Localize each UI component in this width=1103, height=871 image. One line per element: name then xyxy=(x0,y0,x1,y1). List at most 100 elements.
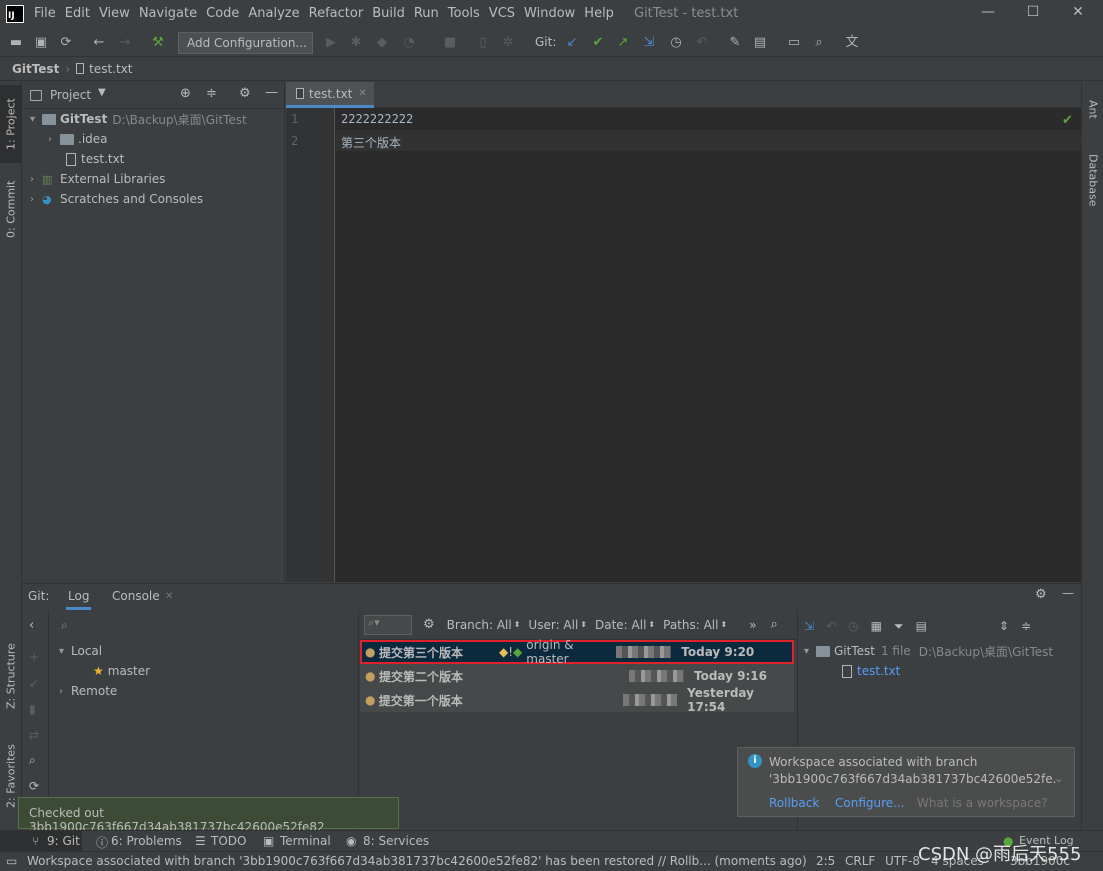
tree-item-idea[interactable]: › .idea xyxy=(48,129,108,149)
tree-item-scratches[interactable]: › ◕ Scratches and Consoles xyxy=(30,189,203,209)
coverage-icon[interactable]: ◆ xyxy=(374,35,390,51)
collapse-arrow-icon[interactable]: › xyxy=(30,174,42,185)
save-icon[interactable]: ▣ xyxy=(33,35,49,51)
menu-view[interactable]: View xyxy=(99,6,136,21)
tree-item-test-txt[interactable]: test.txt xyxy=(66,149,124,169)
update-icon[interactable]: ↙ xyxy=(29,676,39,690)
branch-group-local[interactable]: ▾ Local xyxy=(59,641,102,661)
debug-icon[interactable]: ✱ xyxy=(348,35,364,51)
menu-edit[interactable]: Edit xyxy=(65,6,96,21)
tool-tab-services[interactable]: 8: Services xyxy=(363,834,429,848)
collapse-arrow-icon[interactable]: › xyxy=(59,686,71,697)
tool-tab-problems[interactable]: 6: Problems xyxy=(111,834,182,848)
menu-build[interactable]: Build xyxy=(372,6,411,21)
search-icon[interactable]: ⌕ xyxy=(29,753,36,768)
close-window-button[interactable]: ✕ xyxy=(1063,4,1093,24)
breadcrumb-file[interactable]: test.txt xyxy=(89,62,132,76)
hide-panel-icon[interactable]: — xyxy=(1062,586,1074,600)
git-fetch-icon[interactable]: ⇲ xyxy=(641,35,657,51)
attach-icon[interactable]: ▯ xyxy=(475,35,491,51)
ant-tool-tab[interactable]: Ant xyxy=(1082,89,1103,129)
back-icon[interactable]: ‹ xyxy=(29,618,34,633)
gear-run-icon[interactable]: ✲ xyxy=(500,35,516,51)
git-update-icon[interactable]: ↙ xyxy=(564,35,580,51)
run-icon[interactable]: ▶ xyxy=(323,35,339,51)
locate-icon[interactable]: ⊕ xyxy=(180,86,191,101)
tab-console[interactable]: Console xyxy=(112,589,160,603)
search-everywhere-icon[interactable]: ⌕ xyxy=(811,35,827,51)
more-icon[interactable]: » xyxy=(749,618,756,632)
code-line[interactable]: 第三个版本 xyxy=(341,134,401,151)
tree-root-gittest[interactable]: ▾ GitTest D:\Backup\桌面\GitTest xyxy=(30,109,247,129)
rollback-link[interactable]: Rollback xyxy=(769,796,819,810)
collapse-arrow-icon[interactable]: › xyxy=(30,194,42,205)
git-commit-icon[interactable]: ✔ xyxy=(590,35,606,51)
details-file[interactable]: test.txt xyxy=(842,661,900,681)
details-root[interactable]: ▾ GitTest 1 file D:\Backup\桌面\GitTest xyxy=(804,641,1053,661)
filter-date[interactable]: Date: All xyxy=(595,618,646,632)
tab-log[interactable]: Log xyxy=(66,589,92,610)
project-tool-tab[interactable]: 1: Project xyxy=(0,85,22,163)
tool-tab-terminal[interactable]: Terminal xyxy=(280,834,331,848)
menu-analyze[interactable]: Analyze xyxy=(248,6,305,21)
chevron-down-icon[interactable]: ⌄ xyxy=(1054,772,1063,785)
expand-arrow-icon[interactable]: ▾ xyxy=(30,114,42,125)
filter-branch[interactable]: Branch: All xyxy=(447,618,512,632)
commit-tool-tab[interactable]: 0: Commit xyxy=(0,173,22,245)
close-tab-icon[interactable]: ✕ xyxy=(165,591,173,602)
menu-navigate[interactable]: Navigate xyxy=(139,6,203,21)
history-icon[interactable]: ◷ xyxy=(668,35,684,51)
compare-icon[interactable]: ⇄ xyxy=(29,728,39,742)
tool-tab-todo[interactable]: TODO xyxy=(211,834,246,848)
gear-icon[interactable]: ⚙ xyxy=(1035,587,1047,602)
file-encoding[interactable]: UTF-8 xyxy=(885,854,920,868)
database-tool-tab[interactable]: Database xyxy=(1082,145,1103,215)
back-icon[interactable]: ← xyxy=(91,35,107,51)
branch-group-remote[interactable]: › Remote xyxy=(59,681,117,701)
menu-vcs[interactable]: VCS xyxy=(489,6,521,21)
maximize-button[interactable]: ☐ xyxy=(1018,4,1048,24)
commit-row[interactable]: ● 提交第二个版本 Today 9:16 xyxy=(360,664,794,688)
expand-all-icon[interactable]: ⇕ xyxy=(999,619,1009,633)
hide-panel-icon[interactable]: — xyxy=(265,85,278,100)
menu-help[interactable]: Help xyxy=(584,6,620,21)
configure-link[interactable]: Configure... xyxy=(835,796,905,810)
code-line[interactable]: 2222222222 xyxy=(341,112,413,126)
status-toggle-icon[interactable]: ▭ xyxy=(6,854,17,868)
caret-position[interactable]: 2:5 xyxy=(816,854,835,868)
menu-refactor[interactable]: Refactor xyxy=(309,6,370,21)
branch-master[interactable]: ★ master xyxy=(93,661,150,681)
build-hammer-icon[interactable]: ⚒ xyxy=(150,35,166,51)
git-push-icon[interactable]: ↗ xyxy=(615,35,631,51)
menu-file[interactable]: File xyxy=(34,6,62,21)
expand-arrow-icon[interactable]: ▾ xyxy=(59,646,71,657)
project-view-selector[interactable]: Project xyxy=(50,88,91,102)
add-configuration-button[interactable]: Add Configuration... xyxy=(178,32,313,54)
history-icon[interactable]: ◷ xyxy=(848,619,858,633)
tree-item-external-libraries[interactable]: › ▥ External Libraries xyxy=(30,169,165,189)
minimize-button[interactable]: — xyxy=(973,4,1003,24)
editor-tab-test-txt[interactable]: test.txt ✕ xyxy=(286,82,374,108)
rollback-icon[interactable]: ↶ xyxy=(826,619,836,633)
gear-icon[interactable]: ⚙ xyxy=(423,617,435,632)
structure-tool-tab[interactable]: Z: Structure xyxy=(0,636,22,716)
delete-icon[interactable]: ▮ xyxy=(29,702,36,716)
what-is-workspace-link[interactable]: What is a workspace? xyxy=(917,796,1048,810)
gear-icon[interactable]: ⚙ xyxy=(239,86,251,101)
tool-tab-git[interactable]: 9: Git xyxy=(47,834,80,848)
presentation-icon[interactable]: ▭ xyxy=(786,35,802,51)
menu-tools[interactable]: Tools xyxy=(448,6,486,21)
breadcrumb-project[interactable]: GitTest xyxy=(12,62,59,76)
rollback-icon[interactable]: ↶ xyxy=(694,35,710,51)
expand-arrow-icon[interactable]: ▾ xyxy=(804,646,816,657)
log-search-input[interactable]: ⌕▾ xyxy=(364,614,412,635)
refresh-icon[interactable]: ⟳ xyxy=(29,779,39,793)
collapse-all-icon[interactable]: ≑ xyxy=(206,86,217,101)
commit-row[interactable]: ● 提交第三个版本 ◆ ! ◆ origin & master Today 9:… xyxy=(360,638,794,666)
collapse-arrow-icon[interactable]: › xyxy=(48,134,60,145)
chevron-down-icon[interactable]: ▼ xyxy=(98,87,106,98)
open-folder-icon[interactable]: ▬ xyxy=(8,35,24,51)
search-icon[interactable]: ⌕ xyxy=(771,617,778,632)
status-message[interactable]: Workspace associated with branch '3bb190… xyxy=(27,854,807,868)
inspection-ok-icon[interactable]: ✔ xyxy=(1062,113,1073,128)
